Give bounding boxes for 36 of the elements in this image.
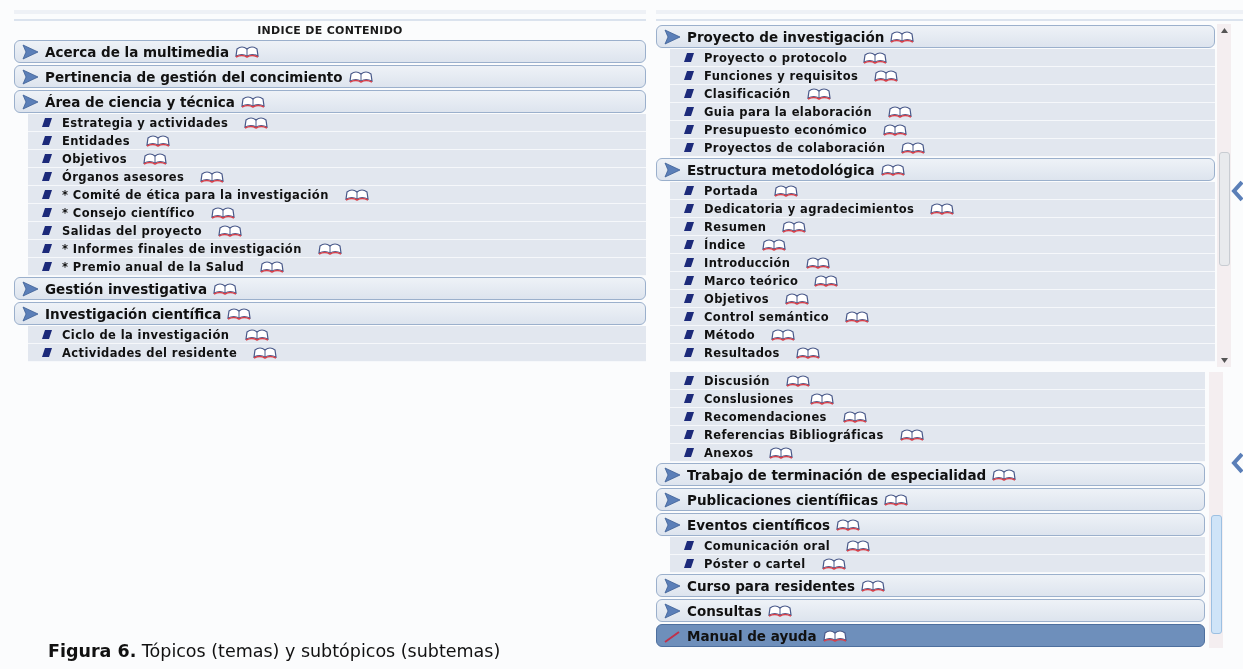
subtopic-item[interactable]: Marco teórico <box>704 273 799 288</box>
topic-item[interactable]: Gestión investigativa <box>14 277 646 300</box>
topic-item[interactable]: Estructura metodológica <box>656 158 1215 181</box>
subtopic-item[interactable]: Recomendaciones <box>704 409 827 424</box>
subtopic-item[interactable]: Introducción <box>704 255 791 270</box>
subtopic-item[interactable]: Portada <box>704 183 759 198</box>
subtopic-item[interactable]: Resultados <box>704 345 780 360</box>
topic-item[interactable]: Consultas <box>656 599 1205 622</box>
topic-item[interactable]: Proyecto de investigación <box>656 25 1215 48</box>
subtopic-item[interactable]: Anexos <box>704 445 754 460</box>
subtopic-item[interactable]: Control semántico <box>704 309 830 324</box>
subtopic-item[interactable]: Póster o cartel <box>704 556 806 571</box>
panel-heading: INDICE DE CONTENIDO <box>256 23 404 39</box>
topic-item[interactable]: Publicaciones científiicas <box>656 488 1205 511</box>
topic-item[interactable]: Área de ciencia y técnica <box>14 90 646 113</box>
topic-item[interactable]: Trabajo de terminación de especialidad <box>656 463 1205 486</box>
subtopic-item[interactable]: Conslusiones <box>704 391 794 406</box>
subtopic-item[interactable]: Salidas del proyecto <box>62 223 203 238</box>
topic-item[interactable]: Investigación científica <box>14 302 646 325</box>
figure-caption: Figura 6. Tópicos (temas) y subtópicos (subtemas) <box>48 641 501 661</box>
topic-item[interactable]: Manual de ayuda <box>656 624 1205 647</box>
topic-item[interactable]: Eventos científicos <box>656 513 1205 536</box>
subtopic-item[interactable]: Órganos asesores <box>62 169 185 184</box>
subtopic-item[interactable]: Índice <box>704 237 746 252</box>
subtopic-item[interactable]: Objetivos <box>704 291 770 306</box>
subtopic-item[interactable]: Comunicación oral <box>704 538 831 553</box>
subtopic-item[interactable]: Resumen <box>704 219 767 234</box>
topic-item[interactable]: Curso para residentes <box>656 574 1205 597</box>
subtopic-item[interactable]: Clasificación <box>704 86 791 101</box>
subtopic-item[interactable]: * Consejo científico <box>62 205 195 220</box>
topic-item[interactable]: Pertinencia de gestión del concimiento <box>14 65 646 88</box>
subtopic-item[interactable]: Discusión <box>704 373 770 388</box>
subtopic-item[interactable]: Objetivos <box>62 151 128 166</box>
topic-item[interactable]: Acerca de la multimedia <box>14 40 646 63</box>
subtopic-item[interactable]: Entidades <box>62 133 130 148</box>
subtopic-item[interactable]: Método <box>704 327 756 342</box>
